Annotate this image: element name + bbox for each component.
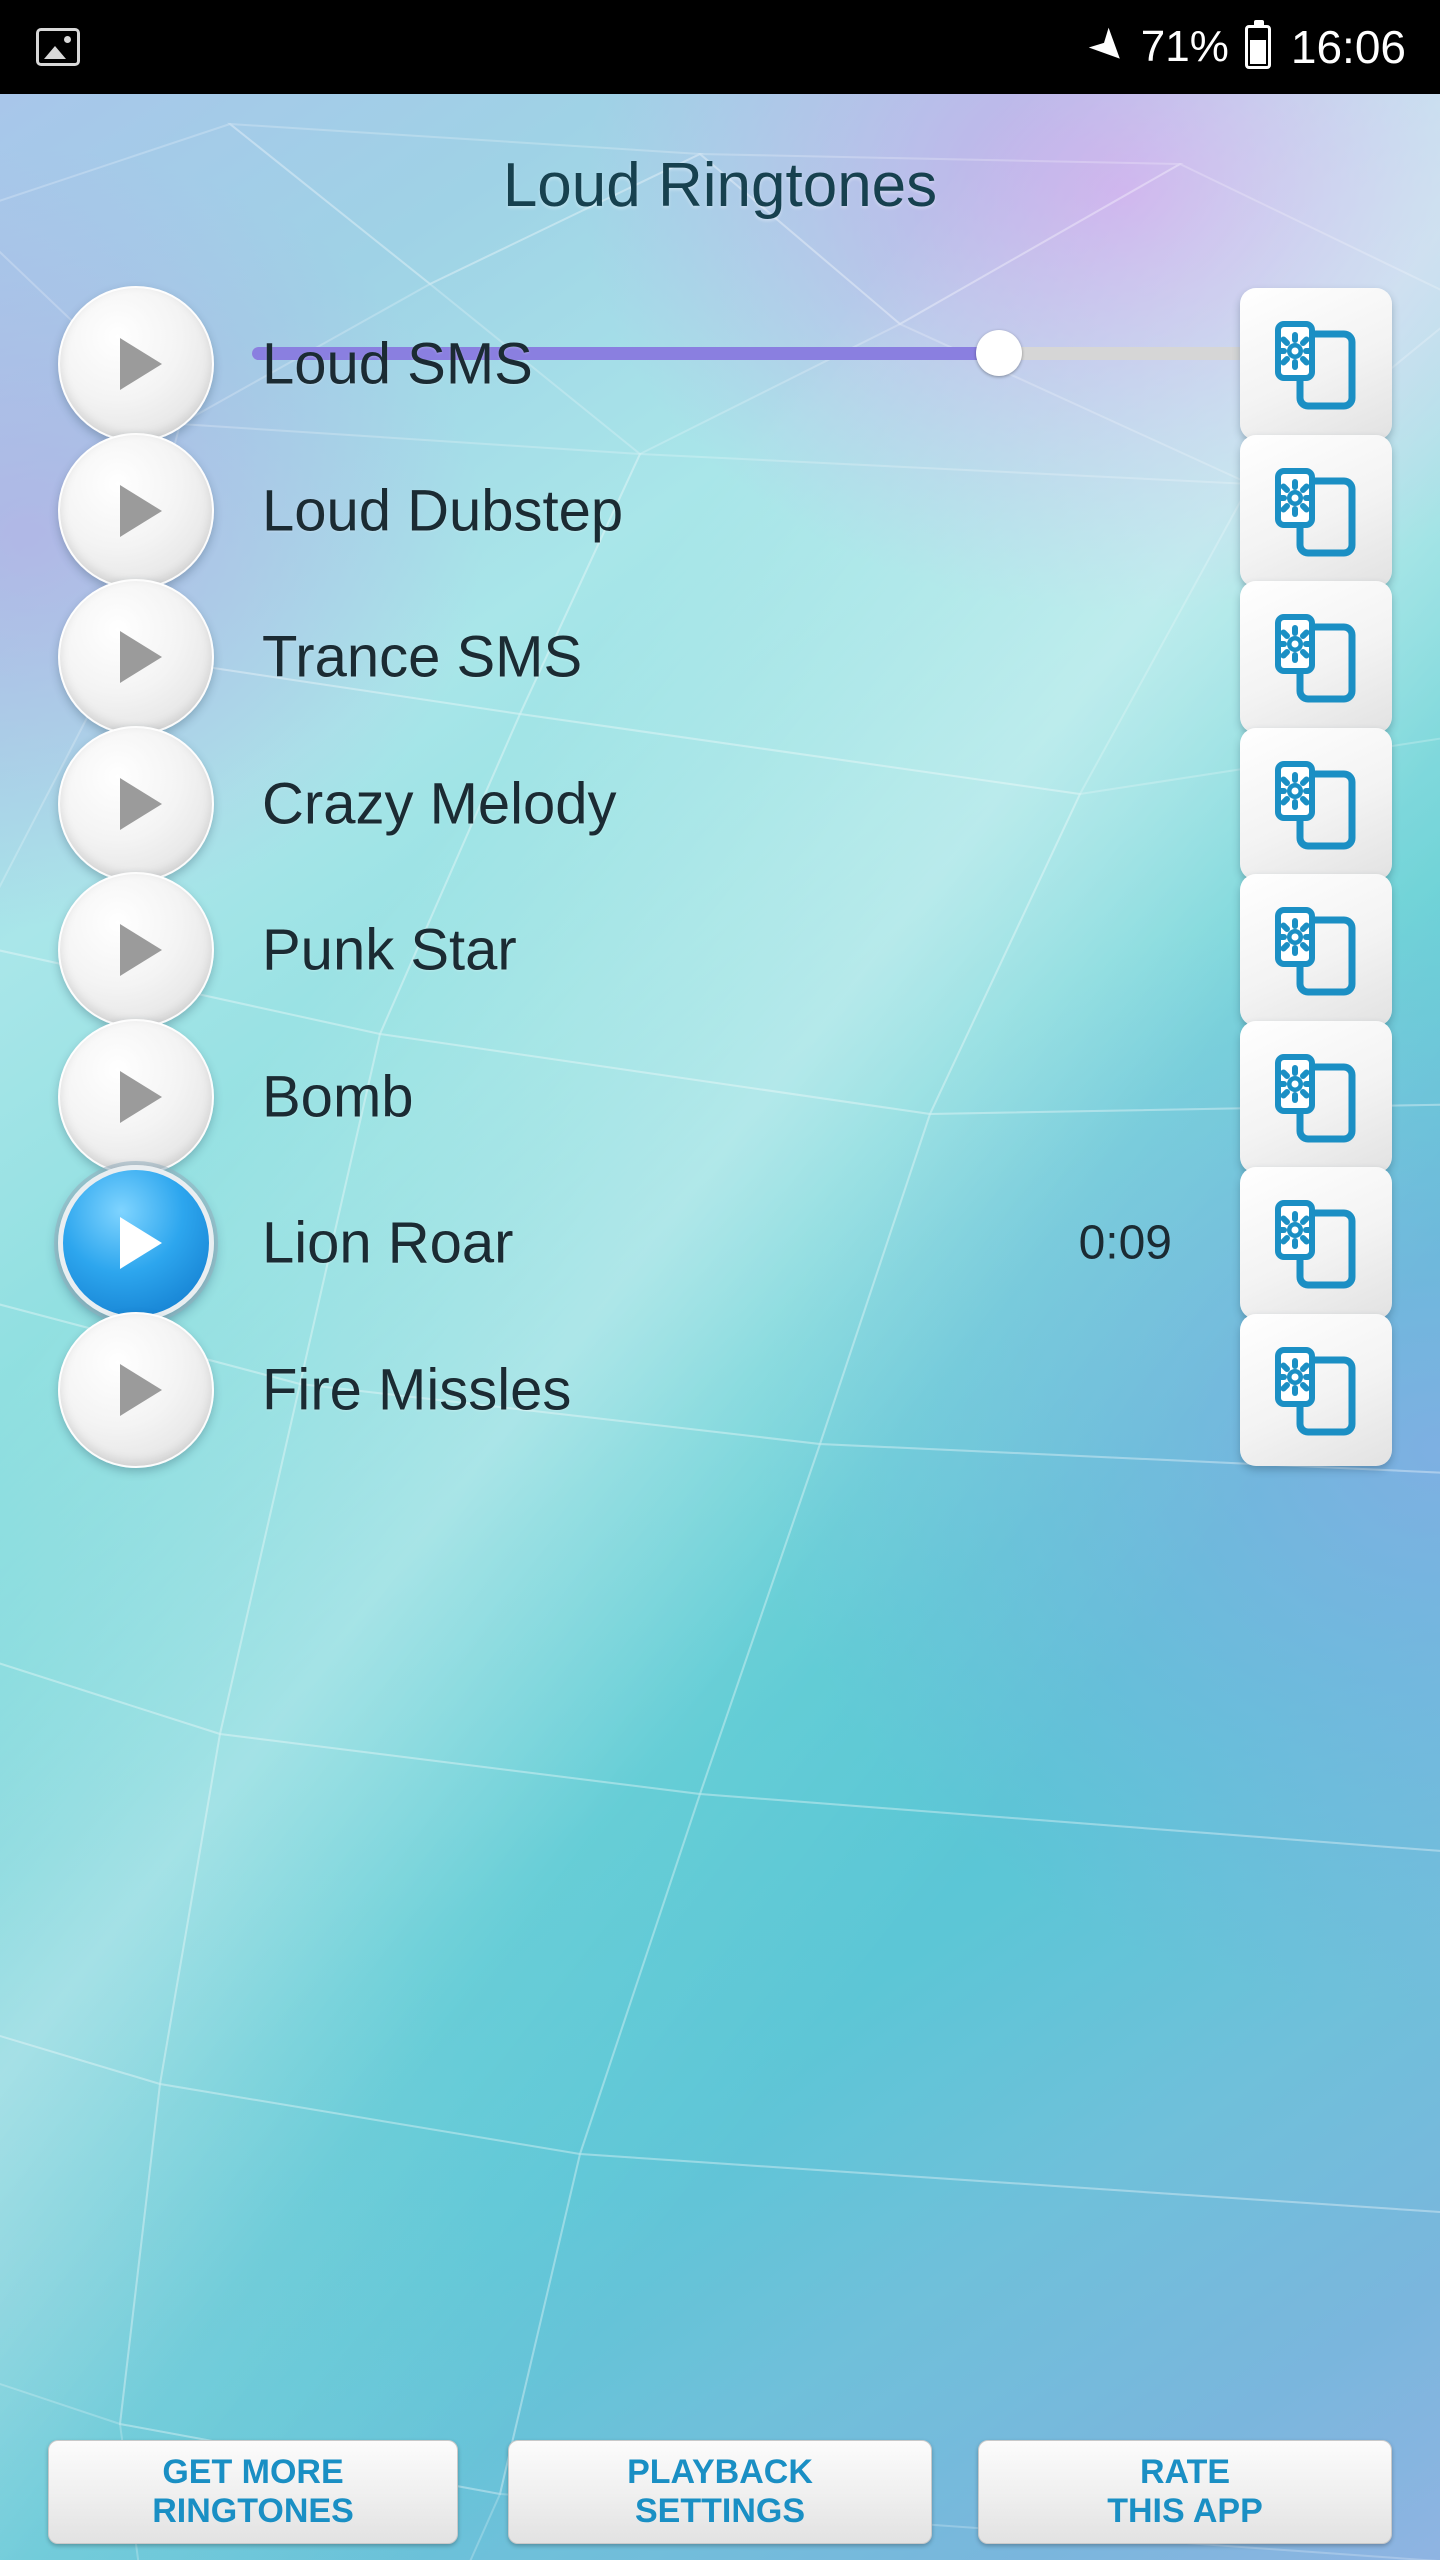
ringtone-list: Loud SMS Loud Dubstep Trance SMS Crazy Melo… bbox=[0, 94, 1440, 2560]
play-icon[interactable] bbox=[58, 579, 214, 735]
assign-ringtone-glyph bbox=[1275, 614, 1356, 703]
assign-ringtone-glyph bbox=[1275, 907, 1356, 996]
ringtone-name: Bomb bbox=[262, 1064, 414, 1129]
bottom-button-bar: GET MORE RINGTONES PLAYBACK SETTINGS RAT… bbox=[0, 2428, 1440, 2560]
assign-ringtone-glyph bbox=[1275, 467, 1356, 556]
play-icon[interactable] bbox=[58, 1311, 214, 1468]
status-bar: ➤ 71% 16:06 bbox=[0, 0, 1440, 94]
assign-ringtone-icon[interactable] bbox=[1240, 727, 1392, 880]
play-triangle bbox=[120, 484, 162, 537]
ringtone-row[interactable]: Loud Dubstep bbox=[0, 432, 1440, 589]
get-more-ringtones-line2: RINGTONES bbox=[152, 2492, 354, 2530]
assign-ringtone-glyph bbox=[1275, 321, 1356, 410]
assign-ringtone-icon[interactable] bbox=[1240, 874, 1392, 1026]
assign-ringtone-icon[interactable] bbox=[1240, 1313, 1392, 1466]
rate-this-app-line2: THIS APP bbox=[1107, 2492, 1263, 2530]
assign-ringtone-icon[interactable] bbox=[1240, 434, 1392, 587]
ringtone-row[interactable]: Crazy Melody bbox=[0, 725, 1440, 882]
battery-percent: 71% bbox=[1140, 22, 1229, 71]
play-icon[interactable] bbox=[58, 1018, 214, 1175]
image-icon bbox=[36, 28, 80, 66]
ringtone-name: Punk Star bbox=[262, 917, 517, 983]
ringtone-row[interactable]: Lion Roar 0:09 bbox=[0, 1165, 1440, 1321]
playback-settings-line2: SETTINGS bbox=[634, 2492, 806, 2530]
play-triangle bbox=[120, 338, 162, 390]
assign-ringtone-glyph bbox=[1275, 1346, 1356, 1435]
assign-ringtone-icon[interactable] bbox=[1240, 1167, 1392, 1319]
play-icon[interactable] bbox=[58, 286, 214, 442]
get-more-ringtones-line1: GET MORE bbox=[162, 2452, 344, 2491]
playback-settings-button[interactable]: PLAYBACK SETTINGS bbox=[508, 2440, 932, 2544]
status-bar-right: ➤ 71% 16:06 bbox=[1078, 16, 1440, 77]
play-triangle bbox=[120, 631, 162, 683]
play-triangle bbox=[120, 1217, 162, 1269]
ringtone-name: Trance SMS bbox=[262, 624, 583, 690]
assign-ringtone-icon[interactable] bbox=[1240, 288, 1392, 440]
ringtone-row[interactable]: Fire Missles bbox=[0, 1311, 1440, 1468]
battery-icon bbox=[1244, 20, 1271, 69]
ringtone-row[interactable]: Bomb bbox=[0, 1018, 1440, 1175]
play-triangle bbox=[120, 777, 162, 830]
play-icon[interactable] bbox=[58, 725, 214, 882]
status-clock: 16:06 bbox=[1290, 21, 1406, 73]
get-more-ringtones-button[interactable]: GET MORE RINGTONES bbox=[48, 2440, 458, 2544]
assign-ringtone-icon[interactable] bbox=[1240, 581, 1392, 733]
play-triangle bbox=[120, 1363, 162, 1416]
ringtone-name: Crazy Melody bbox=[262, 771, 617, 836]
ringtone-name: Loud Dubstep bbox=[262, 478, 624, 543]
rate-this-app-line1: RATE bbox=[1139, 2452, 1231, 2491]
status-bar-left bbox=[0, 28, 80, 66]
ringtone-duration: 0:09 bbox=[1078, 1216, 1172, 1270]
play-triangle bbox=[120, 1070, 162, 1123]
play-icon[interactable] bbox=[58, 1165, 214, 1321]
ringtone-name: Loud SMS bbox=[262, 331, 533, 397]
ringtone-row[interactable]: Punk Star bbox=[0, 872, 1440, 1028]
assign-ringtone-glyph bbox=[1275, 1200, 1356, 1289]
play-icon[interactable] bbox=[58, 872, 214, 1028]
play-triangle bbox=[120, 924, 162, 976]
app-screen: ➤ 71% 16:06 Loud Ringtones Loud SMS Loud… bbox=[0, 0, 1440, 2560]
play-icon[interactable] bbox=[58, 432, 214, 589]
ringtone-row[interactable]: Loud SMS bbox=[0, 286, 1440, 442]
rate-this-app-button[interactable]: RATE THIS APP bbox=[978, 2440, 1392, 2544]
playback-settings-line1: PLAYBACK bbox=[627, 2452, 813, 2491]
airplane-mode-icon: ➤ bbox=[1078, 16, 1140, 78]
ringtone-name: Lion Roar bbox=[262, 1210, 514, 1276]
assign-ringtone-glyph bbox=[1275, 760, 1356, 849]
ringtone-row[interactable]: Trance SMS bbox=[0, 579, 1440, 735]
assign-ringtone-glyph bbox=[1275, 1053, 1356, 1142]
assign-ringtone-icon[interactable] bbox=[1240, 1020, 1392, 1173]
ringtone-name: Fire Missles bbox=[262, 1357, 572, 1422]
